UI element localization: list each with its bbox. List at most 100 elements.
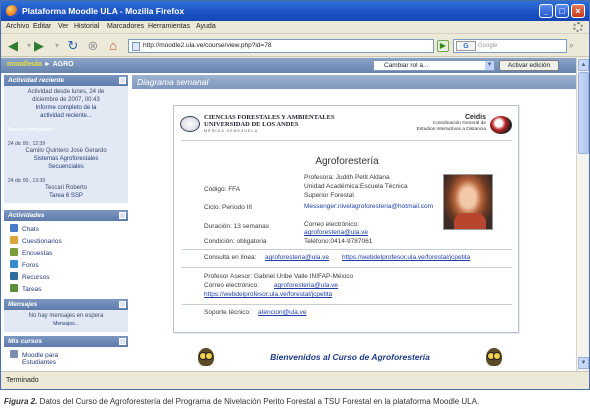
recent-report-link-line1[interactable]: Informe completo de la [4,105,128,111]
hide-block-icon[interactable] [119,301,126,308]
role-select[interactable]: Cambiar rol a... ▼ [373,60,495,71]
ceidis-sub2: Estudios Interactivos a Distancia [416,127,486,132]
figure-number: Figura 2. [4,397,38,406]
activity-surveys[interactable]: Encuestas [10,248,52,258]
forward-dropdown-icon[interactable]: ▾ [49,38,65,54]
recent-report-link-line2[interactable]: actividad reciente... [4,113,128,119]
messages-block: No hay mensajes en espera Mensajes... [4,310,128,332]
address-bar[interactable]: http://moodle2.ula.ve/course/view.php?id… [128,39,434,53]
consult-email-link[interactable]: agroforesteria@ula.ve [265,254,329,261]
recent-entry-author: Camilo Quintero José Gerardo [25,148,107,154]
hide-block-icon[interactable] [119,77,126,84]
ceidis-block: Ceidis Coordinación General de Estudios … [408,114,486,133]
recent-entry-link-cont[interactable]: Secuenciales [4,164,128,170]
welcome-banner: Bienvenidos al Curso de Agroforestería [198,348,508,368]
edit-mode-button[interactable]: Activar edición [499,60,559,71]
activities-block: Chats Cuestionarios Encuestas Foros Recu… [4,221,128,293]
forward-icon[interactable]: ▶ [31,38,47,54]
search-icon[interactable]: ⌕ [569,40,574,51]
menu-historial[interactable]: Historial [74,23,99,30]
reload-icon[interactable]: ↻ [65,38,81,54]
activity-resources[interactable]: Recursos [10,272,49,282]
owl-icon [486,348,502,366]
divider [182,304,512,305]
advisor: Profesor Asesor: Gabriel Uribe Valle INI… [204,273,354,280]
chat-icon [10,224,18,232]
left-sidebar: Actividad reciente Actividad desde lunes… [1,73,132,371]
welcome-text: Bienvenidos al Curso de Agroforestería [270,352,430,362]
quiz-icon [10,236,18,244]
divider [182,140,512,141]
activity-label: Foros [22,262,39,269]
activity-assignments[interactable]: Tareas [10,284,42,294]
scroll-down-icon[interactable]: ▼ [578,357,589,369]
academic-unit: Unidad Académica:Escuela Técnica [304,183,408,190]
throbber-icon [573,22,583,32]
faculty-name: CIENCIAS FORESTALES Y AMBIENTALES [204,114,335,121]
course-link-cont[interactable]: Estudiantes [22,359,56,369]
advisor-email-label: Correo electrónico: [204,282,259,289]
hide-block-icon[interactable] [119,338,126,345]
activity-label: Cuestionarios [22,238,62,245]
search-input[interactable]: G Google [453,39,567,53]
recent-entry-date: 24 dic 00:, 12:39 [8,141,45,147]
activities-title: Actividades [8,212,45,219]
menu-marcadores[interactable]: Marcadores [107,23,144,30]
go-button[interactable]: ▶ [437,40,449,52]
search-placeholder: Google [478,43,498,49]
menu-editar[interactable]: Editar [33,23,51,30]
scrollbar-thumb[interactable] [578,72,589,154]
consult-url-link[interactable]: https://webdelprofesor.ula.ve/forestal/j… [342,254,470,261]
menu-ayuda[interactable]: Ayuda [196,23,216,30]
breadcrumb-course: AGRO [52,61,74,68]
search-engine-icon[interactable]: G [456,41,476,51]
minimize-button[interactable]: _ [539,4,553,18]
recent-activity-block: Actividad desde lunes, 24 de diciembre d… [4,86,128,203]
messenger[interactable]: Messenger:nivelagroforesteria@hotmail.co… [304,203,433,210]
vertical-scrollbar[interactable]: ▲ ▼ [576,58,589,371]
professor-photo [443,174,493,230]
messages-header: Mensajes [4,299,128,310]
divider [182,249,512,250]
close-button[interactable]: × [571,4,585,18]
advisor-email-link[interactable]: agroforesteria@ula.ve [274,282,338,289]
no-messages-text: No hay mensajes en espera [28,313,104,319]
university-name: UNIVERSIDAD DE LOS ANDES [204,121,299,128]
my-courses-title: Mis cursos [8,338,42,345]
activity-forums[interactable]: Foros [10,260,39,270]
owl-icon [198,348,214,366]
recent-entry-link[interactable]: Tarea 6 SSP [4,193,128,199]
ceidis-logo-icon [490,116,512,134]
ceidis-name: Ceidis [464,114,486,121]
chevron-down-icon[interactable]: ▼ [485,61,494,70]
figure-caption: Figura 2. Datos del Curso de Agroforeste… [4,397,479,406]
recent-entry-link[interactable]: Sistemas Agroforestales [4,156,128,162]
home-icon[interactable]: ⌂ [105,38,121,54]
recent-since-line2: diciembre de 2007, 00:43 [32,97,100,103]
forum-icon [10,260,18,268]
breadcrumb: moodleula ► AGRO [7,61,74,68]
figure-caption-text: Datos del Curso de Agroforestería del Pr… [37,397,480,406]
recent-since-line1: Actividad desde lunes, 24 de [27,89,105,95]
menu-ver[interactable]: Ver [58,23,69,30]
scroll-up-icon[interactable]: ▲ [578,59,589,71]
breadcrumb-site[interactable]: moodleula [7,61,42,68]
activities-header: Actividades [4,210,128,221]
messages-link[interactable]: Mensajes... [4,321,128,327]
activity-chats[interactable]: Chats [10,224,39,234]
menu-herramientas[interactable]: Herramientas [148,23,190,30]
course-email-link[interactable]: agroforesteria@ula.ve [304,229,368,236]
navigation-toolbar: ◀ ▾ ▶ ▾ ↻ ⊗ ⌂ http://moodle2.ula.ve/cour… [1,35,589,57]
maximize-button[interactable]: □ [555,4,569,18]
back-icon[interactable]: ◀ [5,38,21,54]
resource-icon [10,272,18,280]
hide-block-icon[interactable] [119,212,126,219]
activity-label: Tareas [22,286,42,293]
menu-archivo[interactable]: Archivo [6,23,29,30]
activity-quizzes[interactable]: Cuestionarios [10,236,62,246]
my-courses-block: Moodle para Estudiantes [4,347,128,371]
divider [182,267,512,268]
stop-icon[interactable]: ⊗ [85,38,101,54]
support-email-link[interactable]: atencion@ula.ve [258,309,307,316]
advisor-url-link[interactable]: https://webdelprofesor.ula.ve/forestal/j… [204,291,332,298]
